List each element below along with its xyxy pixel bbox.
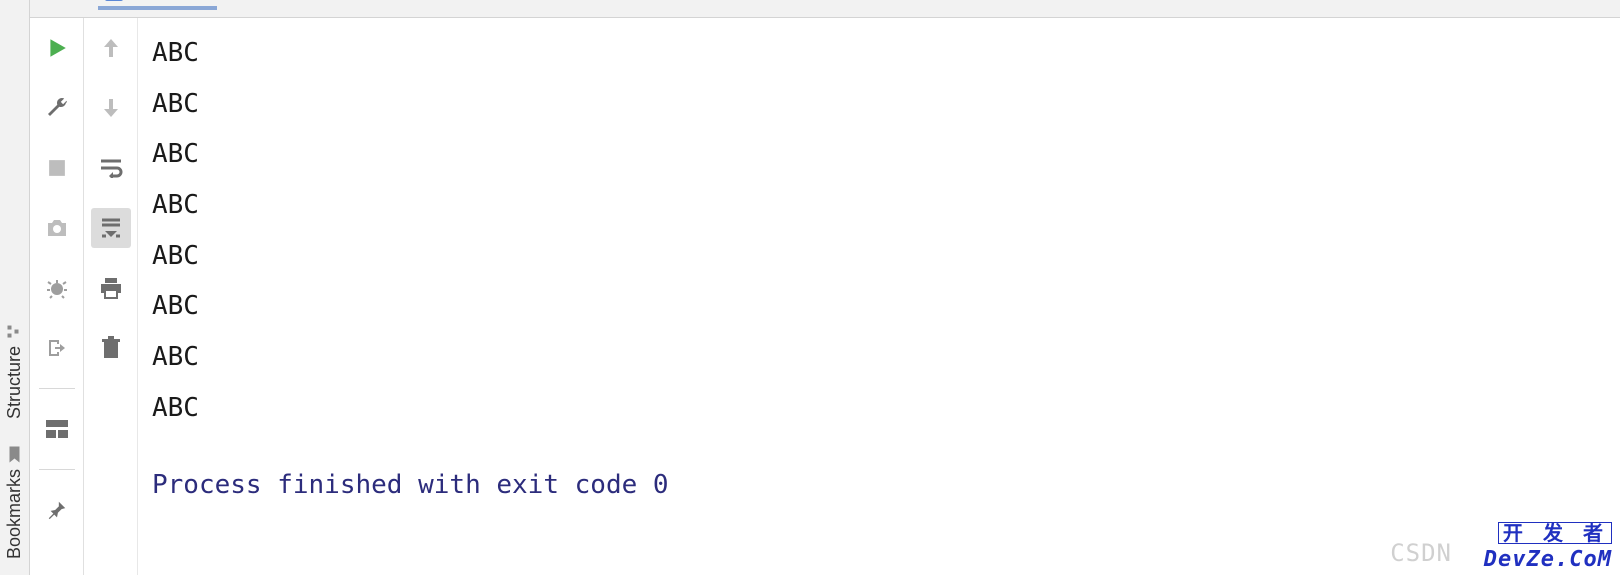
console-line: ABC bbox=[152, 231, 1606, 282]
watermark-csdn: CSDN bbox=[1390, 541, 1452, 565]
application-icon bbox=[104, 0, 124, 4]
next-button[interactable] bbox=[91, 88, 131, 128]
console-line: ABC bbox=[152, 129, 1606, 180]
console-line: ABC bbox=[152, 383, 1606, 434]
exit-icon bbox=[45, 336, 69, 360]
structure-label: Structure bbox=[4, 346, 25, 419]
pin-button[interactable] bbox=[37, 490, 77, 530]
print-icon bbox=[99, 277, 123, 299]
stop-icon bbox=[48, 159, 66, 177]
run-tab-label: Demo bbox=[132, 0, 185, 4]
trash-icon bbox=[101, 336, 121, 360]
print-button[interactable] bbox=[91, 268, 131, 308]
console-output[interactable]: ABCABCABCABCABCABCABCABC Process finishe… bbox=[138, 18, 1620, 575]
bug-icon bbox=[45, 276, 69, 300]
dump-threads-button[interactable] bbox=[37, 208, 77, 248]
soft-wrap-icon bbox=[99, 158, 123, 178]
play-icon bbox=[46, 37, 68, 59]
watermark-devze: DevZe.CoM bbox=[1484, 547, 1612, 572]
layout-button[interactable] bbox=[37, 409, 77, 449]
previous-button[interactable] bbox=[91, 28, 131, 68]
run-panel-header: Run: Demo ✕ bbox=[30, 0, 1620, 18]
run-button[interactable] bbox=[37, 28, 77, 68]
structure-tool-tab[interactable]: Structure bbox=[4, 316, 25, 427]
structure-icon bbox=[7, 321, 23, 342]
soft-wrap-button[interactable] bbox=[91, 148, 131, 188]
console-line: ABC bbox=[152, 180, 1606, 231]
console-line: ABC bbox=[152, 28, 1606, 79]
bookmarks-label: Bookmarks bbox=[4, 469, 25, 559]
side-tool-tabs: Structure Bookmarks bbox=[0, 0, 30, 575]
clear-all-button[interactable] bbox=[91, 328, 131, 368]
scroll-to-end-button[interactable] bbox=[91, 208, 131, 248]
watermark: CSDN 开 发 者 DevZe.CoM bbox=[1484, 519, 1612, 571]
watermark-kfz: 开 发 者 bbox=[1498, 522, 1612, 544]
arrow-down-icon bbox=[101, 96, 121, 120]
toolbar-separator bbox=[39, 469, 75, 470]
arrow-up-icon bbox=[101, 36, 121, 60]
console-line: ABC bbox=[152, 281, 1606, 332]
wrench-icon bbox=[45, 96, 69, 120]
camera-icon bbox=[45, 217, 69, 239]
exit-message: Process finished with exit code 0 bbox=[152, 460, 1606, 511]
run-toolbar-primary bbox=[30, 18, 84, 575]
run-tab-demo[interactable]: Demo ✕ bbox=[98, 0, 217, 10]
stop-button[interactable] bbox=[37, 148, 77, 188]
close-icon[interactable]: ✕ bbox=[194, 0, 207, 2]
pin-icon bbox=[46, 499, 68, 521]
toolbar-separator bbox=[39, 388, 75, 389]
exit-button[interactable] bbox=[37, 328, 77, 368]
bookmark-icon bbox=[7, 444, 23, 465]
bookmarks-tool-tab[interactable]: Bookmarks bbox=[4, 439, 25, 567]
scroll-to-end-icon bbox=[99, 217, 123, 239]
settings-button[interactable] bbox=[37, 88, 77, 128]
console-line: ABC bbox=[152, 79, 1606, 130]
run-toolbar-secondary bbox=[84, 18, 138, 575]
debug-button[interactable] bbox=[37, 268, 77, 308]
layout-icon bbox=[46, 420, 68, 438]
console-line: ABC bbox=[152, 332, 1606, 383]
